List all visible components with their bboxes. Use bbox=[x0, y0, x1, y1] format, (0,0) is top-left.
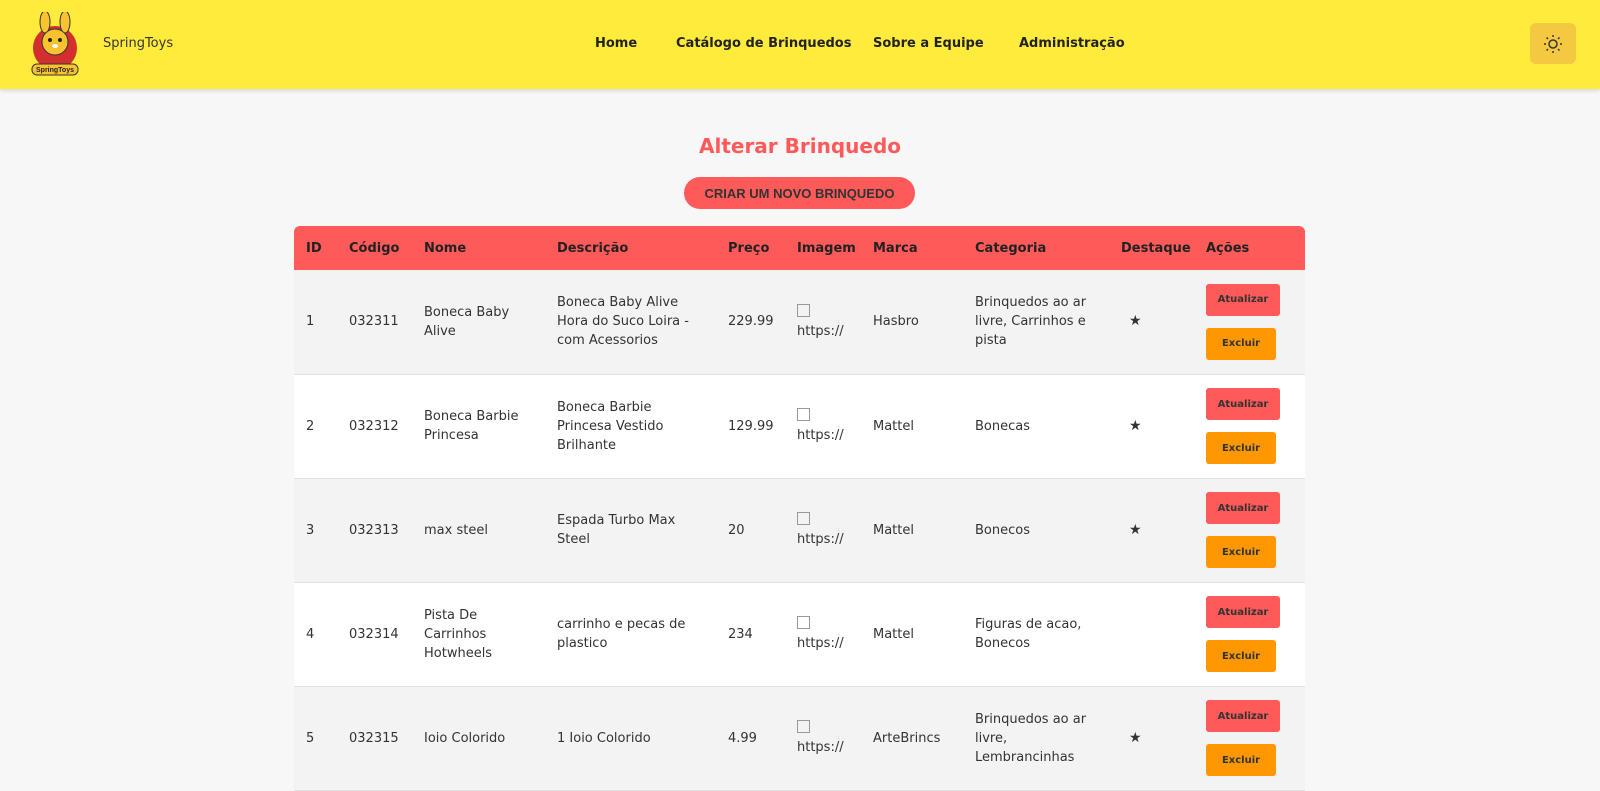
delete-button[interactable]: Excluir bbox=[1206, 640, 1276, 672]
nav-home[interactable]: Home bbox=[595, 36, 637, 51]
update-button[interactable]: Atualizar bbox=[1206, 596, 1280, 628]
header-preco: Preço bbox=[728, 240, 770, 256]
brand-name[interactable]: SpringToys bbox=[103, 36, 173, 51]
create-toy-button[interactable]: CRIAR UM NOVO BRINQUEDO bbox=[684, 177, 915, 209]
broken-image-icon bbox=[797, 720, 810, 733]
update-button[interactable]: Atualizar bbox=[1206, 700, 1280, 732]
cell-acoes: Atualizar Excluir bbox=[1194, 374, 1305, 478]
cell-id: 4 bbox=[306, 626, 315, 642]
cell-id: 2 bbox=[306, 418, 315, 434]
table-row: 2 032312 Boneca Barbie Princesa Boneca Barb… bbox=[294, 374, 1305, 478]
cell-imagem: https:// bbox=[785, 270, 861, 374]
delete-button[interactable]: Excluir bbox=[1206, 327, 1276, 360]
cell-marca: Hasbro bbox=[873, 314, 919, 330]
cell-categoria: Bonecas bbox=[975, 418, 1030, 434]
cell-preco: 4.99 bbox=[728, 730, 757, 746]
featured-star-icon bbox=[1109, 582, 1194, 686]
cell-imagem: https:// bbox=[785, 374, 861, 478]
cell-imagem: https:// bbox=[785, 478, 861, 582]
page-title: Alterar Brinquedo bbox=[698, 134, 902, 158]
cell-codigo: 032315 bbox=[349, 730, 399, 746]
update-button[interactable]: Atualizar bbox=[1206, 492, 1280, 524]
table-row: 5 032315 Ioio Colorido 1 Ioio Colorido 4.99 h… bbox=[294, 686, 1305, 790]
header-codigo: Código bbox=[349, 240, 400, 256]
cell-descricao: 1 Ioio Colorido bbox=[557, 730, 651, 746]
featured-star-icon: ★ bbox=[1129, 729, 1142, 746]
image-alt-text: https:// bbox=[797, 636, 844, 651]
image-alt-text: https:// bbox=[797, 532, 844, 547]
image-alt-text: https:// bbox=[797, 740, 844, 755]
broken-image-icon bbox=[797, 408, 810, 421]
nav-administracao[interactable]: Administração bbox=[1019, 36, 1125, 51]
cell-acoes: Atualizar Excluir bbox=[1194, 478, 1305, 582]
featured-star-icon: ★ bbox=[1129, 313, 1142, 330]
cell-descricao: Boneca Barbie Princesa Vestido Brilhante bbox=[557, 399, 664, 453]
cell-marca: Mattel bbox=[873, 626, 914, 642]
cell-nome: Pista De Carrinhos Hotwheels bbox=[424, 607, 493, 661]
table-row: 3 032313 max steel Espada Turbo Max Steel 20… bbox=[294, 478, 1305, 582]
table-row: 1 032311 Boneca Baby Alive Boneca Baby Aliv… bbox=[294, 270, 1305, 374]
broken-image-icon bbox=[797, 512, 810, 525]
cell-nome: Boneca Barbie Princesa bbox=[424, 409, 519, 443]
header-destaque: Destaque bbox=[1121, 240, 1191, 256]
header-acoes: Ações bbox=[1206, 240, 1250, 256]
cell-codigo: 032311 bbox=[349, 314, 399, 330]
cell-codigo: 032312 bbox=[349, 418, 399, 434]
cell-imagem: https:// bbox=[785, 686, 861, 790]
cell-acoes: Atualizar Excluir bbox=[1194, 582, 1305, 686]
cell-preco: 229.99 bbox=[728, 314, 774, 330]
cell-categoria: Bonecos bbox=[975, 522, 1030, 538]
svg-text:SpringToys: SpringToys bbox=[36, 67, 74, 74]
cell-imagem: https:// bbox=[785, 582, 861, 686]
header-descricao: Descrição bbox=[557, 240, 629, 256]
delete-button[interactable]: Excluir bbox=[1206, 432, 1276, 464]
cell-nome: Boneca Baby Alive bbox=[424, 304, 510, 339]
table-row: 4 032314 Pista De Carrinhos Hotwheels carri… bbox=[294, 582, 1305, 686]
cell-id: 1 bbox=[306, 314, 315, 330]
cell-nome: Ioio Colorido bbox=[424, 730, 506, 746]
cell-acoes: Atualizar Excluir bbox=[1194, 686, 1305, 790]
cell-codigo: 032314 bbox=[349, 626, 399, 642]
update-button[interactable]: Atualizar bbox=[1206, 388, 1280, 420]
header-imagem: Imagem bbox=[797, 240, 856, 256]
update-button[interactable]: Atualizar bbox=[1206, 283, 1280, 316]
image-alt-text: https:// bbox=[797, 428, 844, 443]
cell-preco: 20 bbox=[728, 522, 745, 538]
featured-star-icon: ★ bbox=[1129, 521, 1142, 538]
header-categoria: Categoria bbox=[975, 240, 1047, 256]
sun-icon bbox=[1544, 34, 1562, 53]
nav-catalogo[interactable]: Catálogo de Brinquedos bbox=[676, 36, 851, 51]
nav-sobre[interactable]: Sobre a Equipe bbox=[873, 36, 984, 51]
cell-nome: max steel bbox=[424, 522, 488, 538]
cell-marca: Mattel bbox=[873, 418, 914, 434]
table-header-row: ID Código Nome Descrição Preço Imagem Ma… bbox=[294, 226, 1305, 270]
top-navbar: SpringToys SpringToys Home Catálogo de B… bbox=[0, 0, 1600, 89]
broken-image-icon bbox=[797, 616, 810, 629]
broken-image-icon bbox=[797, 303, 810, 317]
header-nome: Nome bbox=[424, 240, 467, 256]
cell-marca: Mattel bbox=[873, 522, 914, 538]
header-marca: Marca bbox=[873, 240, 918, 256]
header-id: ID bbox=[306, 240, 322, 256]
delete-button[interactable]: Excluir bbox=[1206, 536, 1276, 568]
springtoys-logo[interactable]: SpringToys bbox=[28, 12, 82, 76]
cell-codigo: 032313 bbox=[349, 522, 399, 538]
featured-star-icon: ★ bbox=[1129, 417, 1142, 434]
cell-preco: 234 bbox=[728, 626, 753, 642]
toys-table: ID Código Nome Descrição Preço Imagem Ma… bbox=[294, 226, 1305, 791]
cell-preco: 129.99 bbox=[728, 418, 774, 434]
cell-marca: ArteBrincs bbox=[873, 730, 941, 746]
cell-id: 5 bbox=[306, 730, 315, 746]
cell-categoria: Figuras de acao, Bonecos bbox=[975, 617, 1082, 651]
cell-acoes: Atualizar Excluir bbox=[1194, 270, 1305, 374]
image-alt-text: https:// bbox=[797, 323, 844, 339]
cell-id: 3 bbox=[306, 522, 315, 538]
cell-descricao: Boneca Baby Alive Hora do Suco Loira - c… bbox=[557, 295, 689, 349]
theme-toggle-button[interactable] bbox=[1530, 23, 1576, 64]
cell-descricao: carrinho e pecas de plastico bbox=[557, 617, 686, 651]
cell-categoria: Brinquedos ao ar livre, Carrinhos e pist… bbox=[975, 295, 1087, 349]
cell-categoria: Brinquedos ao ar livre, Lembrancinhas bbox=[975, 711, 1087, 765]
delete-button[interactable]: Excluir bbox=[1206, 744, 1276, 776]
cell-descricao: Espada Turbo Max Steel bbox=[557, 513, 676, 547]
